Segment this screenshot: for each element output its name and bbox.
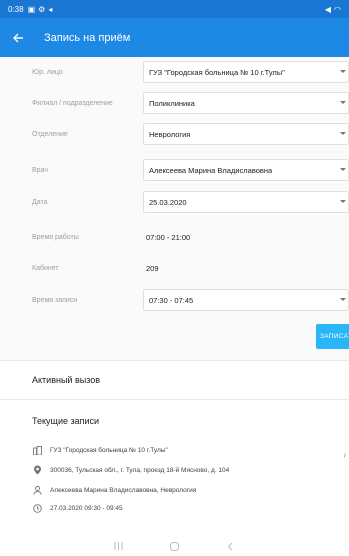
appointment-organization: ГУЗ "Городская больница № 10 г.Тулы" (32, 444, 168, 456)
divider (0, 399, 349, 400)
dropdown-arrow-icon (340, 298, 346, 301)
department-select[interactable]: Неврология (143, 123, 349, 145)
back-arrow-icon[interactable] (10, 30, 26, 46)
active-call-title: Активный вызов (32, 375, 101, 385)
status-time: 0:38 (8, 4, 24, 14)
booking-time-value: 07:30 - 07:45 (149, 295, 194, 305)
booking-time-label: Время записи (32, 296, 78, 304)
appointment-doctor: Алексеева Марина Владиславовна, Невролог… (32, 484, 196, 496)
date-value: 25.03.2020 (149, 197, 187, 207)
department-label: Отделение (32, 130, 68, 138)
work-time-row: Время работы 07:00 - 21:00 (0, 224, 349, 250)
booking-time-select[interactable]: 07:30 - 07:45 (143, 289, 349, 311)
appointment-card[interactable]: ГУЗ "Городская больница № 10 г.Тулы" 300… (0, 430, 349, 513)
booking-time-row: Время записи 07:30 - 07:45 (0, 287, 349, 313)
appointment-address: 300036, Тульская обл., г. Тула, проезд 1… (32, 464, 229, 476)
divider (0, 360, 349, 361)
legal-entity-label: Юр. лицо (32, 68, 63, 76)
navigation-notification-icon: ◂ (48, 4, 53, 14)
legal-entity-select[interactable]: ГУЗ "Городская больница № 10 г.Тулы" (143, 61, 349, 83)
appointment-datetime: 27.03.2020 09:30 - 09:45 (32, 502, 123, 514)
legal-entity-row: Юр. лицо ГУЗ "Городская больница № 10 г.… (0, 59, 349, 85)
dropdown-arrow-icon (340, 168, 346, 171)
dropdown-arrow-icon (340, 132, 346, 135)
gallery-notification-icon: ▣ (27, 4, 36, 14)
branch-select[interactable]: Поликлиника (143, 92, 349, 114)
app-bar: Запись на приём (0, 18, 349, 57)
work-time-value: 07:00 - 21:00 (146, 232, 191, 242)
wifi-icon: ◠ (334, 4, 341, 14)
system-nav-bar (0, 536, 349, 556)
status-bar: 0:38 ▣ ⚙ ◂ ◀︎ ◠ (0, 0, 349, 18)
settings-notification-icon: ⚙ (38, 4, 46, 14)
page-title: Запись на приём (44, 31, 131, 44)
home-icon[interactable] (168, 540, 180, 552)
clock-icon (32, 503, 42, 513)
branch-label: Филиал / подразделение (32, 99, 113, 107)
branch-value: Поликлиника (149, 98, 195, 108)
dropdown-arrow-icon (340, 101, 346, 104)
date-row: Дата 25.03.2020 (0, 189, 349, 215)
datetime-text: 27.03.2020 09:30 - 09:45 (50, 504, 123, 512)
cabinet-value: 209 (146, 263, 159, 273)
chevron-right-icon[interactable]: › (343, 450, 346, 461)
doctor-value: Алексеева Марина Владиславовна (149, 165, 273, 175)
department-value: Неврология (149, 129, 191, 139)
dropdown-arrow-icon (340, 200, 346, 203)
mute-icon: ◀︎ (324, 4, 332, 14)
doctor-select[interactable]: Алексеева Марина Владиславовна (143, 159, 349, 181)
appointment-form: Юр. лицо ГУЗ "Городская больница № 10 г.… (0, 57, 349, 360)
date-label: Дата (32, 198, 48, 206)
department-row: Отделение Неврология (0, 121, 349, 147)
doctor-row: Врач Алексеева Марина Владиславовна (0, 157, 349, 183)
cabinet-row: Кабинет 209 (0, 255, 349, 281)
current-records-title: Текущие записи (32, 416, 100, 426)
address-text: 300036, Тульская обл., г. Тула, проезд 1… (50, 466, 230, 474)
doctor-text: Алексеева Марина Владиславовна, Невролог… (50, 486, 197, 494)
recent-apps-icon[interactable] (112, 540, 124, 552)
branch-row: Филиал / подразделение Поликлиника (0, 90, 349, 116)
organization-text: ГУЗ "Городская больница № 10 г.Тулы" (50, 446, 168, 454)
cabinet-label: Кабинет (32, 264, 59, 272)
dropdown-arrow-icon (340, 70, 346, 73)
back-nav-icon[interactable] (225, 540, 237, 552)
location-pin-icon (32, 465, 42, 475)
building-icon (32, 445, 42, 455)
work-time-label: Время работы (32, 233, 79, 241)
book-button[interactable]: ЗАПИСАТ (316, 324, 349, 349)
doctor-label: Врач (32, 166, 48, 174)
date-select[interactable]: 25.03.2020 (143, 191, 349, 213)
person-icon (32, 485, 42, 495)
legal-entity-value: ГУЗ "Городская больница № 10 г.Тулы" (149, 67, 285, 77)
